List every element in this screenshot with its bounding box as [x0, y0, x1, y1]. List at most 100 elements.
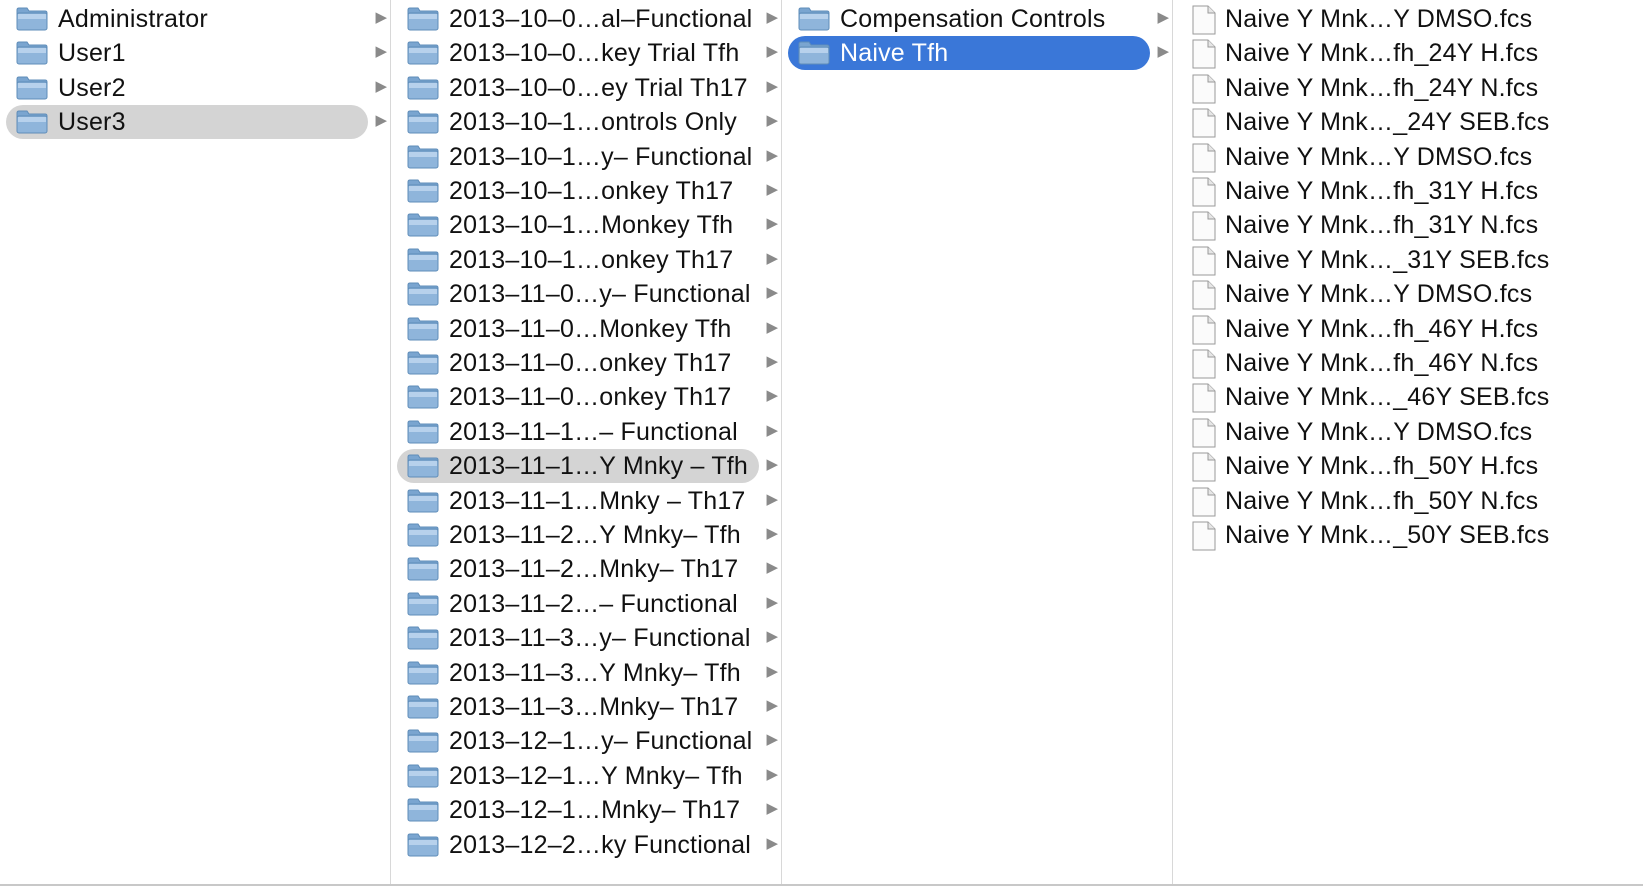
column-files[interactable]: Naive Y Mnk…Y DMSO.fcs Naive Y Mnk…fh_24Y… [1173, 0, 1643, 884]
folder-item[interactable]: 2013–11–0…Monkey Tfh ▶ [397, 312, 778, 346]
disclosure-arrow-icon: ▶ [766, 456, 778, 474]
file-item[interactable]: Naive Y Mnk…Y DMSO.fcs [1179, 415, 1619, 449]
file-name: Naive Y Mnk…fh_50Y N.fcs [1225, 486, 1539, 515]
document-icon [1191, 211, 1217, 241]
file-item[interactable]: Naive Y Mnk…fh_24Y H.fcs [1179, 36, 1619, 70]
folder-item[interactable]: 2013–10–0…ey Trial Th17 ▶ [397, 71, 778, 105]
folder-item[interactable]: 2013–10–1…onkey Th17 ▶ [397, 243, 778, 277]
document-icon [1191, 521, 1217, 551]
folder-item[interactable]: 2013–11–0…onkey Th17 ▶ [397, 380, 778, 414]
folder-item[interactable]: Administrator ▶ [6, 2, 387, 36]
folder-item[interactable]: User1 ▶ [6, 36, 387, 70]
folder-icon [407, 592, 439, 616]
file-item[interactable]: Naive Y Mnk…_24Y SEB.fcs [1179, 105, 1619, 139]
folder-icon [407, 179, 439, 203]
disclosure-arrow-icon: ▶ [766, 77, 778, 95]
document-icon [1191, 246, 1217, 276]
folder-item[interactable]: 2013–12–1…Mnky– Th17 ▶ [397, 793, 778, 827]
file-item[interactable]: Naive Y Mnk…fh_46Y H.fcs [1179, 312, 1619, 346]
document-icon [1191, 487, 1217, 517]
file-name: Naive Y Mnk…fh_31Y H.fcs [1225, 177, 1539, 205]
file-item[interactable]: Naive Y Mnk…fh_50Y H.fcs [1179, 449, 1619, 483]
folder-icon [407, 213, 439, 237]
column-experiments[interactable]: 2013–10–0…al–Functional ▶ 2013–10–0…key Tr… [391, 0, 781, 884]
document-icon [1191, 315, 1217, 345]
folder-item[interactable]: 2013–11–0…onkey Th17 ▶ [397, 346, 778, 380]
document-icon [1191, 349, 1217, 379]
file-item[interactable]: Naive Y Mnk…_50Y SEB.fcs [1179, 518, 1619, 552]
file-item[interactable]: Naive Y Mnk…_46Y SEB.fcs [1179, 380, 1619, 414]
folder-icon [407, 626, 439, 650]
disclosure-arrow-icon: ▶ [766, 490, 778, 508]
folder-icon [407, 798, 439, 822]
folder-icon [407, 385, 439, 409]
folder-item[interactable]: Compensation Controls ▶ [788, 2, 1169, 36]
folder-item[interactable]: 2013–10–1…Monkey Tfh ▶ [397, 208, 778, 242]
disclosure-arrow-icon: ▶ [1157, 43, 1169, 61]
folder-item[interactable]: 2013–12–1…y– Functional ▶ [397, 724, 778, 758]
folder-item[interactable]: 2013–11–2…– Functional ▶ [397, 587, 778, 621]
folder-icon [407, 145, 439, 169]
folder-name: 2013–11–1…Y Mnky – Tfh [449, 452, 749, 481]
column-groups[interactable]: Compensation Controls ▶ Naive Tfh ▶ [782, 0, 1172, 884]
folder-item[interactable]: 2013–11–2…Mnky– Th17 ▶ [397, 552, 778, 586]
file-item[interactable]: Naive Y Mnk…_31Y SEB.fcs [1179, 243, 1619, 277]
folder-item[interactable]: User2 ▶ [6, 71, 387, 105]
folder-name: 2013–11–0…y– Functional [449, 280, 751, 309]
file-name: Naive Y Mnk…fh_24Y H.fcs [1225, 39, 1539, 68]
folder-item[interactable]: 2013–10–0…key Trial Tfh ▶ [397, 36, 778, 70]
disclosure-arrow-icon: ▶ [766, 284, 778, 302]
disclosure-arrow-icon: ▶ [375, 112, 387, 130]
disclosure-arrow-icon: ▶ [375, 43, 387, 61]
folder-item[interactable]: 2013–11–3…Mnky– Th17 ▶ [397, 690, 778, 724]
folder-item[interactable]: 2013–11–3…y– Functional ▶ [397, 621, 778, 655]
disclosure-arrow-icon: ▶ [766, 697, 778, 714]
folder-name: 2013–12–1…Y Mnky– Tfh [449, 761, 743, 790]
disclosure-arrow-icon: ▶ [766, 765, 778, 783]
folder-item[interactable]: 2013–12–2…ky Functional ▶ [397, 828, 778, 862]
folder-item[interactable]: 2013–11–2…Y Mnky– Tfh ▶ [397, 518, 778, 552]
disclosure-arrow-icon: ▶ [1157, 9, 1169, 26]
file-item[interactable]: Naive Y Mnk…fh_31Y N.fcs [1179, 208, 1619, 242]
folder-icon [407, 523, 439, 547]
disclosure-arrow-icon: ▶ [375, 9, 387, 26]
file-item[interactable]: Naive Y Mnk…Y DMSO.fcs [1179, 140, 1619, 174]
folder-item[interactable]: 2013–10–1…ontrols Only ▶ [397, 105, 778, 139]
file-item[interactable]: Naive Y Mnk…fh_31Y H.fcs [1179, 174, 1619, 208]
disclosure-arrow-icon: ▶ [375, 77, 387, 95]
folder-item[interactable]: 2013–11–1…– Functional ▶ [397, 415, 778, 449]
folder-icon [407, 351, 439, 375]
folder-name: 2013–11–1…– Functional [449, 417, 738, 446]
folder-icon [407, 420, 439, 444]
folder-name: 2013–12–1…y– Functional [449, 727, 753, 756]
folder-name: 2013–11–3…Mnky– Th17 [449, 693, 739, 721]
folder-item[interactable]: 2013–10–0…al–Functional ▶ [397, 2, 778, 36]
folder-icon [407, 76, 439, 100]
file-item[interactable]: Naive Y Mnk…Y DMSO.fcs [1179, 277, 1619, 311]
folder-item[interactable]: 2013–11–1…Y Mnky – Tfh ▶ [397, 449, 778, 484]
folder-item[interactable]: 2013–11–1…Mnky – Th17 ▶ [397, 484, 778, 518]
file-item[interactable]: Naive Y Mnk…Y DMSO.fcs [1179, 2, 1619, 36]
folder-item[interactable]: User3 ▶ [6, 105, 387, 140]
file-name: Naive Y Mnk…_50Y SEB.fcs [1225, 521, 1550, 549]
folder-name: Administrator [58, 5, 208, 33]
folder-name: 2013–10–1…onkey Th17 [449, 245, 734, 274]
folder-item[interactable]: 2013–12–1…Y Mnky– Tfh ▶ [397, 759, 778, 793]
folder-name: User1 [58, 39, 126, 68]
folder-name: User3 [58, 108, 126, 137]
file-name: Naive Y Mnk…_31Y SEB.fcs [1225, 245, 1550, 274]
file-item[interactable]: Naive Y Mnk…fh_50Y N.fcs [1179, 484, 1619, 518]
file-item[interactable]: Naive Y Mnk…fh_46Y N.fcs [1179, 346, 1619, 380]
column-users[interactable]: Administrator ▶ User1 ▶ User2 ▶ User3 ▶ [0, 0, 390, 884]
folder-item[interactable]: 2013–11–3…Y Mnky– Tfh ▶ [397, 656, 778, 690]
folder-name: 2013–10–0…al–Functional [449, 5, 753, 33]
folder-icon [407, 282, 439, 306]
file-item[interactable]: Naive Y Mnk…fh_24Y N.fcs [1179, 71, 1619, 105]
folder-icon [798, 41, 830, 65]
folder-item[interactable]: 2013–10–1…y– Functional ▶ [397, 140, 778, 174]
folder-icon [407, 7, 439, 31]
disclosure-arrow-icon: ▶ [766, 525, 778, 542]
folder-item[interactable]: Naive Tfh ▶ [788, 36, 1169, 71]
folder-item[interactable]: 2013–11–0…y– Functional ▶ [397, 277, 778, 311]
folder-item[interactable]: 2013–10–1…onkey Th17 ▶ [397, 174, 778, 208]
